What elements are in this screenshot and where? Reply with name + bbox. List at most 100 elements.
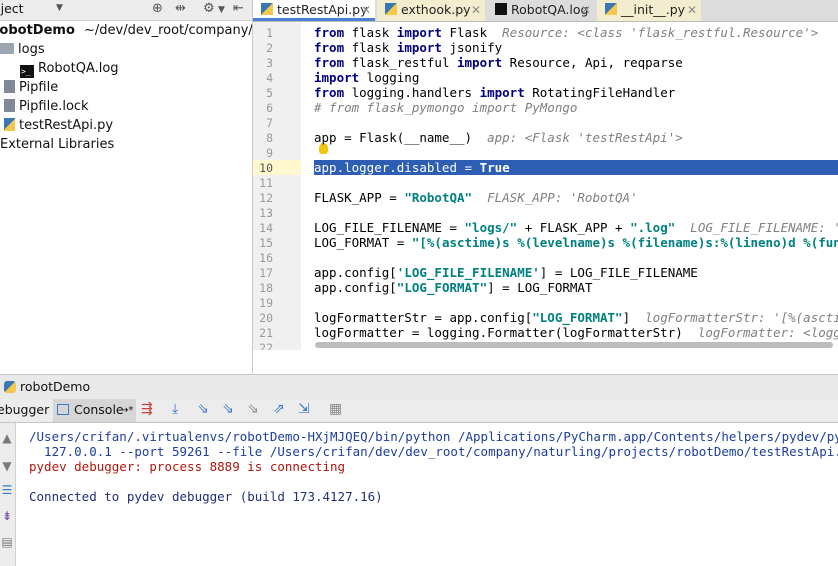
tree-item-label: RobotQA.log xyxy=(38,61,119,76)
debug-session-title[interactable]: robotDemo xyxy=(20,379,90,394)
line-number: 4 xyxy=(266,71,273,85)
tree-item-testrestapi[interactable]: testRestApi.py xyxy=(4,116,113,135)
line-number: 14 xyxy=(259,221,273,235)
line-number: 19 xyxy=(259,296,273,310)
code-editor[interactable]: 1 2 3 4 5 6 7 8 9 10 11 12 13 14 15 16 17 18 19 20 21 22 from… xyxy=(253,22,838,350)
force-step-into-icon[interactable]: ⇘ xyxy=(247,401,259,417)
down-arrow-icon[interactable]: ▼ xyxy=(0,459,14,473)
text-file-icon xyxy=(4,99,15,112)
python-icon xyxy=(4,381,16,393)
line-number: 9 xyxy=(266,146,273,160)
tab-testrestapi[interactable]: testRestApi.py ✕ xyxy=(253,0,375,21)
split-icon[interactable]: ⇹ xyxy=(175,1,186,16)
debug-side-strip: ▲ ▼ ☰ ⇟ ▤ xyxy=(0,423,16,566)
debug-toolbar: ebugger Console →* ⇶ ⤓ ⇘ ⇘ ⇘ ⇗ ⇲ ▦ xyxy=(0,399,838,423)
tab-debugger[interactable]: ebugger xyxy=(0,402,49,417)
log-file-icon: >_ xyxy=(20,65,34,78)
code-line: # from flask_pymongo import PyMongo xyxy=(314,100,578,115)
tab-exthook[interactable]: exthook.py ✕ xyxy=(377,0,485,21)
show-execution-point-icon[interactable]: ⇶ xyxy=(141,401,153,417)
debug-title-bar: robotDemo xyxy=(0,374,838,400)
console-line: Connected to pydev debugger (build 173.4… xyxy=(29,489,383,504)
code-line: LOG_FILE_FILENAME = "logs/" + FLASK_APP … xyxy=(314,220,838,235)
console-tab-label: Console xyxy=(74,402,124,417)
code-line: import logging xyxy=(314,70,420,85)
console-tab-suffix: →* xyxy=(120,405,134,416)
line-number: 5 xyxy=(266,86,273,100)
code-line: LOG_FORMAT = "[%(asctime)s %(levelname)s… xyxy=(314,235,838,250)
close-icon[interactable]: ✕ xyxy=(471,0,481,20)
line-number: 1 xyxy=(266,26,273,40)
python-file-icon xyxy=(605,3,617,15)
line-number: 20 xyxy=(259,311,273,325)
horizontal-scrollbar[interactable] xyxy=(315,342,833,348)
line-number: 2 xyxy=(266,41,273,55)
code-line: FLASK_APP = "RobotQA" FLASK_APP: 'RobotQ… xyxy=(314,190,638,205)
tab-robotqa-log[interactable]: RobotQA.log ✕ xyxy=(487,0,595,21)
step-into-icon[interactable]: ⇘ xyxy=(197,401,209,417)
console-output[interactable]: /Users/crifan/.virtualenvs/robotDemo-HXj… xyxy=(16,423,838,566)
line-number: 6 xyxy=(266,101,273,115)
tab-label: RobotQA.log xyxy=(511,2,589,17)
console-line: /Users/crifan/.virtualenvs/robotDemo-HXj… xyxy=(29,429,838,444)
tree-item-label: testRestApi.py xyxy=(19,118,114,133)
print-icon[interactable]: ▤ xyxy=(0,535,14,549)
line-number: 12 xyxy=(259,191,273,205)
python-file-icon xyxy=(4,118,15,131)
tree-item-label: Pipfile xyxy=(19,80,59,95)
project-view-selector[interactable]: oject xyxy=(0,1,24,16)
python-file-icon xyxy=(385,3,397,15)
tree-item-logs[interactable]: logs xyxy=(0,40,45,59)
project-root-path: ~/dev/dev_root/company/nat xyxy=(84,23,253,38)
chevron-down-icon[interactable]: ▼ xyxy=(56,3,63,13)
hide-icon[interactable]: ⇤ xyxy=(233,1,244,16)
code-line: app.config['LOG_FILE_FILENAME'] = LOG_FI… xyxy=(314,265,698,280)
tree-item-external-libraries[interactable]: External Libraries xyxy=(0,135,114,154)
tree-item-pipfile-lock[interactable]: Pipfile.lock xyxy=(4,97,89,116)
code-line: logFormatter = logging.Formatter(logForm… xyxy=(314,325,838,340)
step-over-icon[interactable]: ⤓ xyxy=(172,401,178,417)
code-line: from flask import jsonify xyxy=(314,40,503,55)
chevron-down-icon[interactable]: ▼ xyxy=(218,5,225,15)
gear-icon[interactable]: ⚙ xyxy=(203,1,215,16)
line-number: 16 xyxy=(259,251,273,265)
line-number: 7 xyxy=(266,116,273,130)
tab-console[interactable]: Console →* xyxy=(53,399,136,422)
tree-item-label: External Libraries xyxy=(0,137,115,152)
line-number: 15 xyxy=(259,236,273,250)
line-number: 21 xyxy=(259,326,273,340)
console-icon xyxy=(57,404,69,415)
code-line: from logging.handlers import RotatingFil… xyxy=(314,85,676,100)
step-into-my-code-icon[interactable]: ⇘ xyxy=(222,401,234,417)
tree-item-robotqa-log[interactable]: >_ RobotQA.log xyxy=(20,59,119,78)
code-line: from flask_restful import Resource, Api,… xyxy=(314,55,683,70)
tab-label: testRestApi.py xyxy=(277,2,368,17)
project-panel-header: oject ▼ ⊕ ⇹ ⚙ ▼ ⇤ xyxy=(0,0,252,21)
line-number: 8 xyxy=(266,131,273,145)
tree-item-pipfile[interactable]: Pipfile xyxy=(4,78,58,97)
tree-root[interactable]: robotDemo ~/dev/dev_root/company/nat xyxy=(0,21,253,40)
tab-label: exthook.py xyxy=(401,2,471,17)
python-file-icon xyxy=(261,3,273,15)
step-out-icon[interactable]: ⇗ xyxy=(273,401,285,417)
tab-label: __init__.py xyxy=(621,2,686,17)
line-number: 17 xyxy=(259,266,273,280)
close-icon[interactable]: ✕ xyxy=(361,0,371,20)
line-number: 3 xyxy=(266,56,273,70)
console-line: 127.0.0.1 --port 59261 --file /Users/cri… xyxy=(29,444,838,459)
close-icon[interactable]: ✕ xyxy=(581,0,591,20)
up-arrow-icon[interactable]: ▲ xyxy=(0,431,14,445)
line-number: 11 xyxy=(259,176,273,190)
close-icon[interactable]: ✕ xyxy=(687,0,697,20)
target-icon[interactable]: ⊕ xyxy=(152,1,163,16)
soft-wrap-icon[interactable]: ☰ xyxy=(0,483,14,497)
line-number: 22 xyxy=(259,341,273,350)
log-file-icon xyxy=(495,3,507,15)
code-line: app = Flask(__name__) app: <Flask 'testR… xyxy=(314,130,683,145)
folder-icon xyxy=(0,43,14,54)
tab-init[interactable]: __init__.py ✕ xyxy=(597,0,701,21)
evaluate-expression-icon[interactable]: ▦ xyxy=(329,401,342,417)
project-root-name: robotDemo xyxy=(0,23,75,38)
run-to-cursor-icon[interactable]: ⇲ xyxy=(298,401,310,417)
scroll-to-end-icon[interactable]: ⇟ xyxy=(0,509,14,523)
